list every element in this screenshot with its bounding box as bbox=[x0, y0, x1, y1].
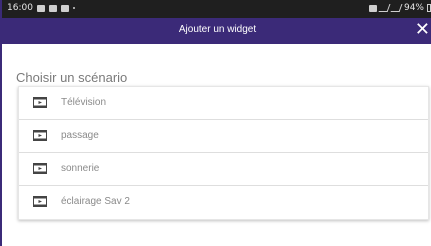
scenario-label: sonnerie bbox=[61, 163, 100, 174]
wifi-icon bbox=[378, 4, 391, 12]
status-bar: 16:00 94% bbox=[2, 0, 431, 18]
signal-icon bbox=[390, 4, 403, 12]
close-button[interactable]: ✕ bbox=[415, 20, 430, 40]
page-title: Ajouter un widget bbox=[178, 24, 257, 35]
scenario-item-sonnerie[interactable]: sonnerie bbox=[19, 153, 428, 186]
message-icon bbox=[60, 4, 69, 12]
scenario-label: passage bbox=[61, 130, 99, 141]
film-icon bbox=[33, 196, 47, 207]
alarm-icon bbox=[368, 4, 377, 12]
film-icon bbox=[33, 130, 47, 141]
scenario-list: Télévision passage sonnerie éclairage Sa… bbox=[18, 86, 429, 220]
gallery-icon bbox=[36, 4, 45, 12]
film-icon bbox=[33, 163, 47, 174]
battery-icon bbox=[427, 4, 431, 12]
scenario-item-eclairage-sav-2[interactable]: éclairage Sav 2 bbox=[19, 186, 428, 219]
scenario-label: éclairage Sav 2 bbox=[61, 196, 130, 207]
notification-icon bbox=[48, 4, 57, 12]
app-header: Ajouter un widget ✕ bbox=[2, 18, 431, 44]
more-notifications-icon bbox=[72, 7, 75, 9]
film-icon bbox=[33, 97, 47, 108]
battery-percent: 94% bbox=[403, 3, 424, 13]
scenario-label: Télévision bbox=[61, 97, 107, 108]
scenario-item-television[interactable]: Télévision bbox=[19, 87, 428, 120]
status-time: 16:00 bbox=[7, 3, 33, 13]
section-title: Choisir un scénario bbox=[16, 70, 128, 85]
scenario-item-passage[interactable]: passage bbox=[19, 120, 428, 153]
